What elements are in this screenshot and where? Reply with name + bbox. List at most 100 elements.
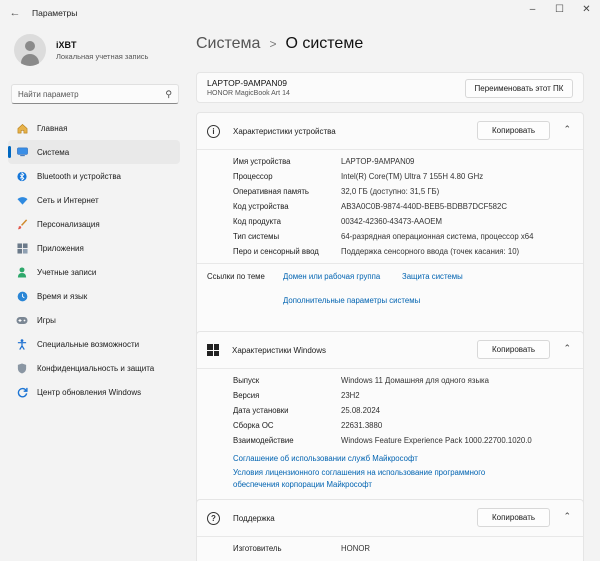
minimize-icon[interactable]: – (519, 0, 546, 22)
search-placeholder: Найти параметр (18, 89, 79, 99)
windows-logo-icon (207, 344, 219, 356)
globe-clock-icon (16, 290, 28, 302)
sidebar-item-label: Время и язык (37, 291, 88, 301)
help-icon: ? (207, 511, 220, 525)
spec-row: Изготовитель HONOR (197, 544, 583, 559)
sidebar-item-label: Учетные записи (37, 267, 97, 277)
sidebar-item-bluetooth[interactable]: Bluetooth и устройства (8, 164, 180, 188)
copy-button[interactable]: Копировать (477, 121, 550, 140)
device-header-card: LAPTOP-9AMPAN09 HONOR MagicBook Art 14 П… (196, 72, 584, 103)
gamepad-icon (16, 314, 28, 326)
chevron-up-icon[interactable]: ⌃ (563, 511, 571, 522)
advanced-system-settings-link[interactable]: Дополнительные параметры системы (283, 296, 420, 305)
copy-button[interactable]: Копировать (477, 340, 550, 359)
breadcrumb: Система > О системе (196, 35, 363, 53)
device-model: HONOR MagicBook Art 14 (207, 90, 290, 97)
services-agreement-link[interactable]: Соглашение об использовании служб Майкро… (233, 453, 583, 465)
device-specs-body: Имя устройства LAPTOP-9AMPAN09 Процессор I… (197, 149, 583, 263)
sidebar-item-label: Приложения (37, 243, 84, 253)
spec-row: Версия 23H2 (197, 391, 583, 406)
windows-specs-header[interactable]: Характеристики Windows Копировать ⌃ (197, 332, 583, 368)
maximize-icon[interactable]: ☐ (546, 0, 573, 22)
account-icon (16, 266, 28, 278)
support-header[interactable]: ? Поддержка Копировать ⌃ (197, 500, 583, 536)
apps-icon (16, 242, 28, 254)
chevron-up-icon[interactable]: ⌃ (563, 343, 571, 354)
spec-value: Intel(R) Core(TM) Ultra 7 155H 4.80 GHz (341, 172, 484, 181)
sidebar-item-gaming[interactable]: Игры (8, 308, 180, 332)
close-icon[interactable]: ✕ (573, 0, 600, 22)
spec-key: Выпуск (233, 376, 260, 385)
sidebar-item-apps[interactable]: Приложения (8, 236, 180, 260)
sidebar-item-time-language[interactable]: Время и язык (8, 284, 180, 308)
windows-specs-card: Характеристики Windows Копировать ⌃ Выпу… (196, 331, 584, 520)
wifi-icon (16, 194, 28, 206)
user-profile[interactable]: iXBT Локальная учетная запись (14, 34, 148, 66)
spec-row: Код продукта 00342-42360-43473-AAOEM (197, 217, 583, 232)
spec-key: Процессор (233, 172, 273, 181)
sidebar-item-system[interactable]: Система (8, 140, 180, 164)
sidebar: iXBT Локальная учетная запись Найти пара… (0, 26, 190, 561)
spec-value: 32,0 ГБ (доступно: 31,5 ГБ) (341, 187, 440, 196)
spec-key: Дата установки (233, 406, 289, 415)
sidebar-item-personalization[interactable]: Персонализация (8, 212, 180, 236)
spec-key: Имя устройства (233, 157, 291, 166)
sidebar-item-accounts[interactable]: Учетные записи (8, 260, 180, 284)
windows-specs-body: Выпуск Windows 11 Домашняя для одного язы… (197, 368, 583, 491)
sidebar-item-windows-update[interactable]: Центр обновления Windows (8, 380, 180, 404)
window-controls: – ☐ ✕ (519, 0, 600, 22)
user-name: iXBT (56, 39, 77, 50)
spec-row: Перо и сенсорный ввод Поддержка сенсорног… (197, 247, 583, 262)
sidebar-item-label: Конфиденциальность и защита (37, 363, 155, 373)
update-icon (16, 386, 28, 398)
spec-key: Перо и сенсорный ввод (233, 247, 319, 256)
search-input[interactable]: Найти параметр ⚲ (11, 84, 179, 104)
sidebar-item-label: Главная (37, 123, 68, 133)
back-arrow-icon[interactable]: ← (4, 7, 26, 19)
spec-row: Взаимодействие Windows Feature Experience… (197, 436, 583, 451)
spec-key: Код устройства (233, 202, 289, 211)
home-icon (16, 122, 28, 134)
spec-value: Windows Feature Experience Pack 1000.227… (341, 436, 532, 445)
copy-button[interactable]: Копировать (477, 508, 550, 527)
spec-value: 25.08.2024 (341, 406, 381, 415)
device-specs-header[interactable]: i Характеристики устройства Копировать ⌃ (197, 113, 583, 149)
main-content: Система > О системе LAPTOP-9AMPAN09 HONO… (196, 26, 596, 561)
device-specs-card: i Характеристики устройства Копировать ⌃… (196, 112, 584, 351)
sidebar-item-home[interactable]: Главная (8, 116, 180, 140)
system-protection-link[interactable]: Защита системы (402, 272, 463, 281)
sidebar-item-label: Игры (37, 315, 56, 325)
breadcrumb-separator: > (269, 37, 277, 51)
spec-key: Версия (233, 391, 260, 400)
spec-value: 00342-42360-43473-AAOEM (341, 217, 442, 226)
search-icon[interactable]: ⚲ (165, 89, 172, 100)
license-terms-line-1: Условия лицензионного соглашения на испо… (233, 468, 486, 477)
shield-icon (16, 362, 28, 374)
spec-row: Код устройства AB3A0C0B-9874-440D-BEB5-BD… (197, 202, 583, 217)
spec-key: Код продукта (233, 217, 281, 226)
sidebar-item-label: Специальные возможности (37, 339, 140, 349)
license-terms-link[interactable]: Условия лицензионного соглашения на испо… (233, 467, 583, 491)
chevron-up-icon[interactable]: ⌃ (563, 124, 571, 135)
sidebar-nav: Главная Система Bluetooth и устройства С… (8, 116, 180, 404)
account-type: Локальная учетная запись (56, 51, 149, 61)
sidebar-item-label: Персонализация (37, 219, 100, 229)
brush-icon (16, 218, 28, 230)
accessibility-icon (16, 338, 28, 350)
sidebar-item-privacy[interactable]: Конфиденциальность и защита (8, 356, 180, 380)
spec-row: Процессор Intel(R) Core(TM) Ultra 7 155H … (197, 172, 583, 187)
spec-row: Сборка ОС 22631.3880 (197, 421, 583, 436)
spec-key: Оперативная память (233, 187, 309, 196)
sidebar-item-label: Центр обновления Windows (37, 387, 142, 397)
breadcrumb-parent[interactable]: Система (196, 35, 260, 53)
related-links: Ссылки по теме Домен или рабочая группа … (197, 263, 583, 313)
spec-value: AB3A0C0B-9874-440D-BEB5-BDBB7DCF582C (341, 202, 507, 211)
support-card: ? Поддержка Копировать ⌃ Изготовитель HON… (196, 499, 584, 561)
info-icon: i (207, 124, 220, 138)
domain-workgroup-link[interactable]: Домен или рабочая группа (283, 272, 380, 281)
rename-pc-button[interactable]: Переименовать этот ПК (465, 79, 573, 98)
sidebar-item-accessibility[interactable]: Специальные возможности (8, 332, 180, 356)
spec-row: Тип системы 64-разрядная операционная сис… (197, 232, 583, 247)
sidebar-item-network[interactable]: Сеть и Интернет (8, 188, 180, 212)
spec-row: Оперативная память 32,0 ГБ (доступно: 31,… (197, 187, 583, 202)
